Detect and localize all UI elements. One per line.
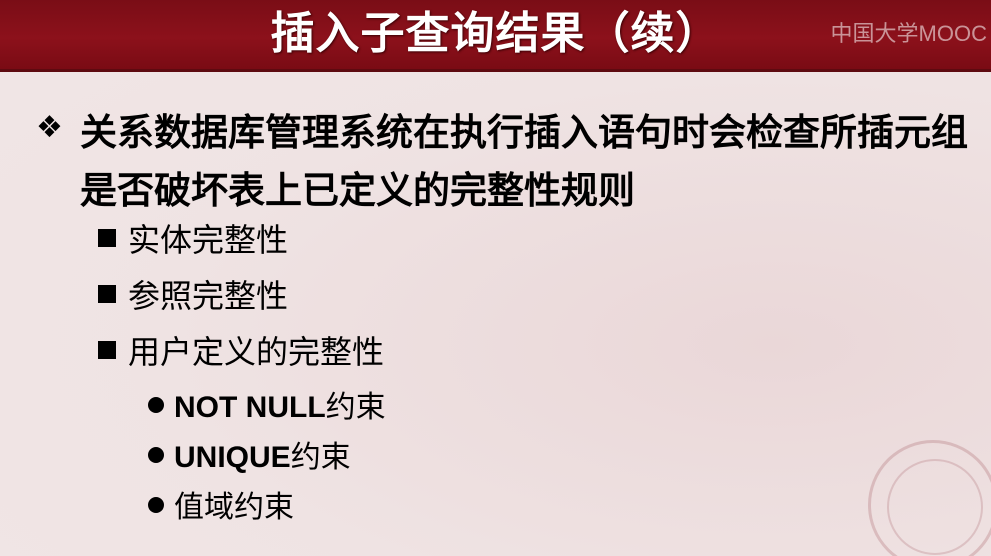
sub-point-label: 实体完整性 (128, 221, 289, 259)
diamond-bullet-icon: ❖ (36, 110, 63, 145)
constraint-keyword: NOT NULL (174, 391, 326, 424)
sub-point-entity: 实体完整性 (98, 220, 288, 260)
constraint-value-domain: 值域约束 (148, 488, 294, 528)
constraint-not-null: NOT NULL约束 (148, 388, 386, 428)
constraint-suffix: 值域约束 (174, 490, 294, 525)
main-point: 关系数据库管理系统在执行插入语句时会检查所插元组是否破坏表上已定义的完整性规则 (80, 111, 968, 212)
round-bullet-icon (148, 447, 164, 463)
constraint-suffix: 约束 (325, 390, 386, 425)
round-bullet-icon (148, 397, 164, 413)
slide: 插入子查询结果（续） 中国大学MOOC ❖ 关系数据库管理系统在执行插入语句时会… (0, 0, 991, 556)
constraint-keyword: UNIQUE (174, 441, 291, 474)
slide-content: ❖ 关系数据库管理系统在执行插入语句时会检查所插元组是否破坏表上已定义的完整性规… (0, 0, 991, 556)
constraint-suffix: 约束 (290, 440, 351, 475)
sub-point-user-defined: 用户定义的完整性 (98, 332, 384, 372)
square-bullet-icon (98, 285, 116, 303)
sub-point-label: 用户定义的完整性 (128, 333, 385, 371)
square-bullet-icon (98, 229, 116, 247)
round-bullet-icon (148, 497, 164, 513)
square-bullet-icon (98, 341, 116, 359)
constraint-unique: UNIQUE约束 (148, 438, 351, 478)
sub-point-reference: 参照完整性 (98, 276, 288, 316)
sub-point-label: 参照完整性 (128, 277, 289, 315)
